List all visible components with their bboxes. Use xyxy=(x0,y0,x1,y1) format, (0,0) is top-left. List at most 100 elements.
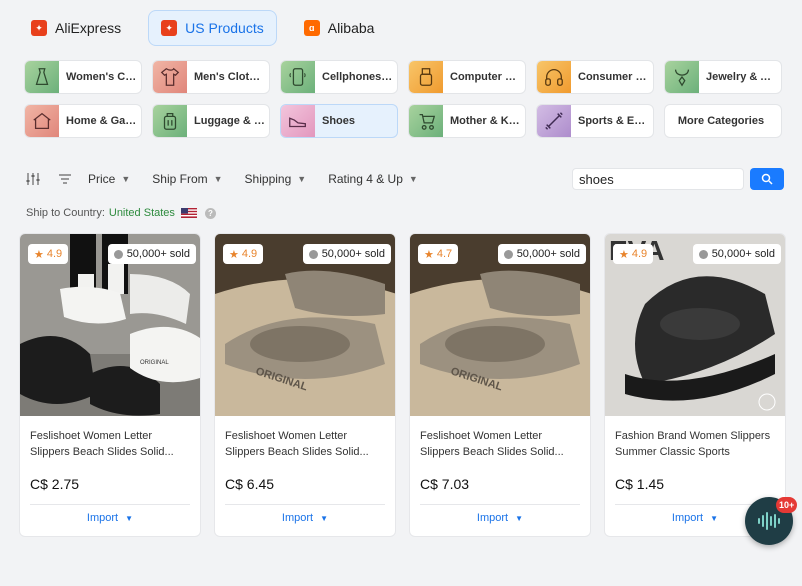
tab-aliexpress[interactable]: ✦ AliExpress xyxy=(18,10,134,46)
filter-shipping[interactable]: Shipping ▼ xyxy=(245,172,307,186)
product-price: C$ 1.45 xyxy=(615,476,665,492)
product-image[interactable]: ORIGINAL ★ 4.9 50,000+ sold xyxy=(20,234,200,416)
chevron-down-icon: ▼ xyxy=(125,514,134,523)
usb-icon xyxy=(409,61,443,93)
category-cellphones[interactable]: Cellphones & Telecom xyxy=(280,60,398,94)
filter-label: Price xyxy=(88,172,116,186)
rating-value: 4.9 xyxy=(241,248,258,260)
product-card[interactable]: ORIGINAL ★ 4.7 50,000+ sold Feslishoet W… xyxy=(409,233,591,537)
notification-badge: 10+ xyxy=(776,497,798,513)
tab-label: AliExpress xyxy=(55,20,122,36)
import-label: Import xyxy=(476,512,509,524)
category-mens-clothing[interactable]: Men's Clothing xyxy=(152,60,270,94)
product-price: C$ 7.03 xyxy=(420,476,470,492)
rating-badge: ★ 4.9 xyxy=(28,244,69,264)
product-card[interactable]: EVA ★ 4.9 50,000+ sold Fashion Brand Wom… xyxy=(604,233,786,537)
soundwave-icon xyxy=(758,512,780,530)
filter-ship-from[interactable]: Ship From ▼ xyxy=(152,172,222,186)
divider xyxy=(420,504,580,505)
sliders-icon[interactable] xyxy=(24,170,42,188)
category-consumer-electronics[interactable]: Consumer Electronics xyxy=(536,60,654,94)
sold-badge: 50,000+ sold xyxy=(107,244,196,264)
category-jewelry[interactable]: Jewelry & Accessories xyxy=(664,60,782,94)
product-card[interactable]: ORIGINAL ★ 4.9 50,000+ sold Feslishoet W… xyxy=(214,233,396,537)
import-button[interactable]: Import ▼ xyxy=(215,512,395,524)
sold-count: 50,000+ sold xyxy=(126,248,190,260)
aliexpress-logo-icon: ✦ xyxy=(31,20,47,36)
filter-label: Shipping xyxy=(244,172,292,186)
import-label: Import xyxy=(86,512,119,524)
category-label: Luggage & Bags xyxy=(194,115,269,127)
category-womens-clothing[interactable]: Women's Clothing xyxy=(24,60,142,94)
category-more[interactable]: More Categories xyxy=(664,104,782,138)
sold-count: 50,000+ sold xyxy=(516,248,580,260)
category-label: Women's Clothing xyxy=(66,71,141,83)
import-button[interactable]: Import ▼ xyxy=(410,512,590,524)
category-label: Computer & Office xyxy=(450,71,525,83)
sold-icon xyxy=(503,249,513,259)
source-tabs: ✦ AliExpress ✦ US Products ɑ Alibaba xyxy=(18,10,387,46)
chevron-down-icon: ▼ xyxy=(213,174,223,184)
product-title[interactable]: Feslishoet Women Letter Slippers Beach S… xyxy=(225,428,385,460)
help-icon[interactable]: ? xyxy=(204,207,216,219)
alibaba-logo-icon: ɑ xyxy=(303,20,320,36)
sold-icon xyxy=(308,249,318,259)
category-sports[interactable]: Sports & Entertainment xyxy=(536,104,654,138)
sold-badge: 50,000+ sold xyxy=(302,244,391,264)
product-price: C$ 2.75 xyxy=(30,476,80,492)
ship-to-country: Ship to Country: United States ? xyxy=(26,207,216,219)
chevron-down-icon: ▼ xyxy=(320,514,329,523)
rating-badge: ★ 4.7 xyxy=(418,244,459,264)
category-label: More Categories xyxy=(677,115,765,127)
star-icon: ★ xyxy=(34,248,44,261)
filter-bar: Price ▼ Ship From ▼ Shipping ▼ Rating 4 … xyxy=(24,166,784,192)
tab-us-products[interactable]: ✦ US Products xyxy=(148,10,277,46)
us-flag-icon xyxy=(180,208,197,218)
product-title[interactable]: Feslishoet Women Letter Slippers Beach S… xyxy=(30,428,190,460)
category-label: Cellphones & Telecom xyxy=(322,71,397,83)
category-home-garden[interactable]: Home & Garden xyxy=(24,104,142,138)
product-image[interactable]: ORIGINAL ★ 4.9 50,000+ sold xyxy=(215,234,395,416)
filter-rating[interactable]: Rating 4 & Up ▼ xyxy=(328,172,418,186)
import-button[interactable]: Import ▼ xyxy=(20,512,200,524)
filter-label: Ship From xyxy=(152,172,208,186)
product-card[interactable]: ORIGINAL ★ 4.9 50,000+ sold Feslishoet W… xyxy=(19,233,201,537)
divider xyxy=(225,504,385,505)
product-image[interactable]: ORIGINAL ★ 4.7 50,000+ sold xyxy=(410,234,590,416)
category-grid: Women's Clothing Men's Clothing Cellphon… xyxy=(24,60,782,138)
product-image[interactable]: EVA ★ 4.9 50,000+ sold xyxy=(605,234,785,416)
rating-badge: ★ 4.9 xyxy=(223,244,264,264)
category-label: Home & Garden xyxy=(66,115,141,127)
product-price: C$ 6.45 xyxy=(225,476,275,492)
sold-icon xyxy=(113,249,123,259)
product-title[interactable]: Feslishoet Women Letter Slippers Beach S… xyxy=(420,428,580,460)
shirt-icon xyxy=(153,61,187,93)
rating-value: 4.9 xyxy=(631,248,648,260)
filter-price[interactable]: Price ▼ xyxy=(88,172,130,186)
sort-icon[interactable] xyxy=(56,170,74,188)
ship-to-label: Ship to Country: xyxy=(26,207,105,219)
svg-text:ORIGINAL: ORIGINAL xyxy=(140,360,169,366)
filter-label: Rating 4 & Up xyxy=(328,172,403,186)
divider xyxy=(30,504,190,505)
ship-to-country-value[interactable]: United States xyxy=(109,207,175,219)
category-computer-office[interactable]: Computer & Office xyxy=(408,60,526,94)
category-shoes[interactable]: Shoes xyxy=(280,104,398,138)
product-title[interactable]: Fashion Brand Women Slippers Summer Clas… xyxy=(615,428,775,460)
product-grid: ORIGINAL ★ 4.9 50,000+ sold Feslishoet W… xyxy=(19,233,786,537)
star-icon: ★ xyxy=(619,248,629,261)
category-luggage-bags[interactable]: Luggage & Bags xyxy=(152,104,270,138)
import-label: Import xyxy=(281,512,314,524)
search-button[interactable] xyxy=(750,168,784,190)
tab-label: US Products xyxy=(185,20,264,36)
search-input[interactable] xyxy=(572,168,744,190)
chevron-down-icon: ▼ xyxy=(121,174,131,184)
rating-value: 4.9 xyxy=(46,248,63,260)
category-label: Mother & Kids xyxy=(450,115,525,127)
dumbbell-icon xyxy=(537,105,571,137)
tab-alibaba[interactable]: ɑ Alibaba xyxy=(291,10,388,46)
sold-badge: 50,000+ sold xyxy=(692,244,781,264)
sold-badge: 50,000+ sold xyxy=(497,244,586,264)
category-mother-kids[interactable]: Mother & Kids xyxy=(408,104,526,138)
sold-icon xyxy=(698,249,708,259)
